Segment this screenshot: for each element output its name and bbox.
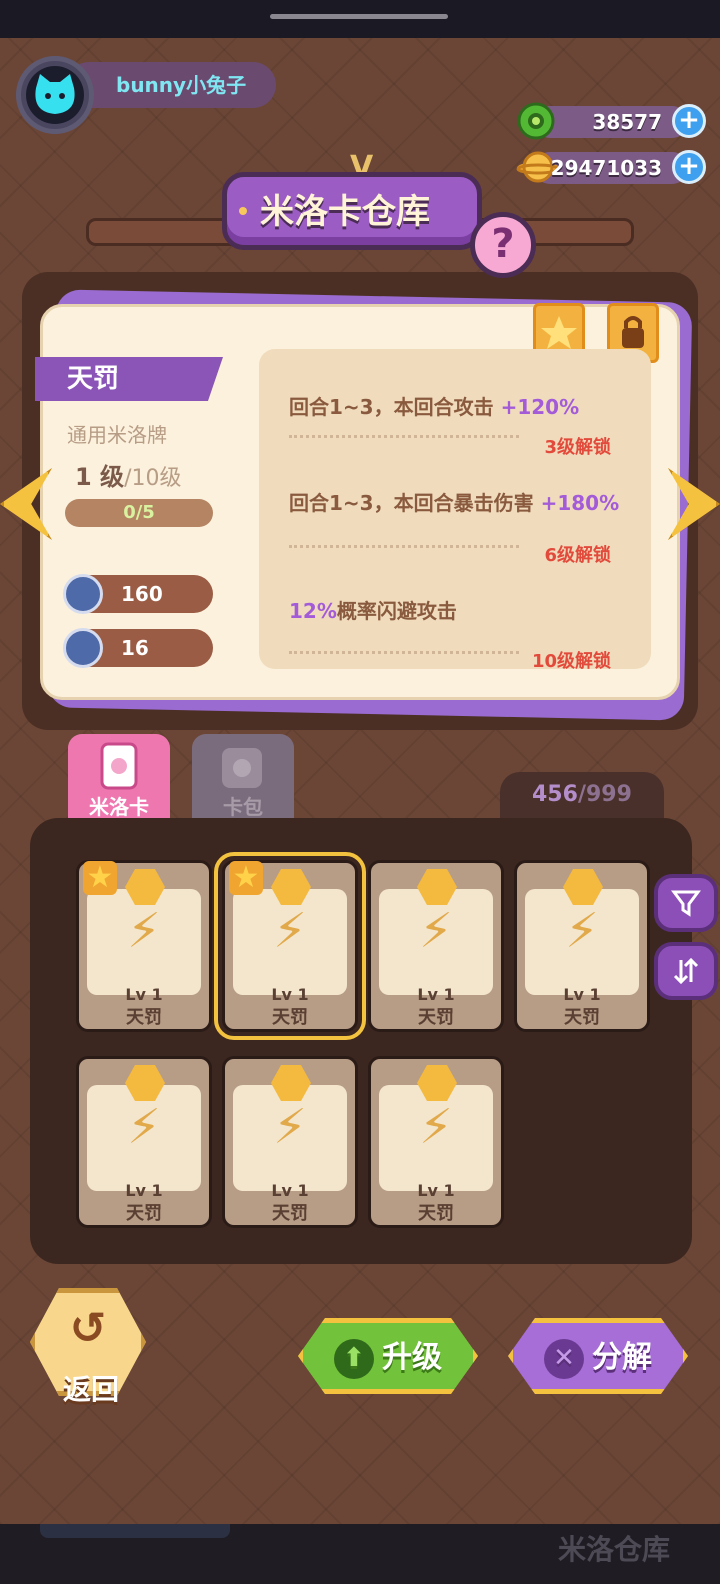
attack-icon xyxy=(63,574,103,614)
perk-3-unlock: 10级解锁 xyxy=(531,651,611,672)
username: bunny小兔子 xyxy=(66,62,276,108)
help-button[interactable]: ? xyxy=(470,212,536,278)
card-pack-icon xyxy=(222,748,262,788)
perk-2-unlock: 6级解锁 xyxy=(544,545,611,566)
lightning-icon: ⚡ xyxy=(127,903,161,959)
decompose-button[interactable]: ✕ 分解 xyxy=(508,1318,688,1394)
defense-icon xyxy=(63,628,103,668)
card-name: 天罚 xyxy=(35,357,223,401)
card-slot-level: Lv 1 xyxy=(271,985,309,1004)
count-max: /999 xyxy=(577,782,632,807)
filter-icon xyxy=(671,890,701,917)
card-slot-level: Lv 1 xyxy=(125,1181,163,1200)
currency-green-coin: 38577 + xyxy=(516,102,706,140)
card-slot-level: Lv 1 xyxy=(417,985,455,1004)
tab-label: 米洛卡 xyxy=(89,795,149,819)
upgrade-button[interactable]: ⬆ 升级 xyxy=(298,1318,478,1394)
warehouse-nav-label: 米洛仓库 xyxy=(557,1533,670,1566)
lightning-icon: ⚡ xyxy=(273,903,307,959)
inventory-count: 456/999 xyxy=(500,772,664,818)
perk-3: 12%概率闪避攻击 xyxy=(289,595,629,624)
attack-value: 160 xyxy=(121,582,163,606)
card-detail: 天罚 通用米洛牌 1 级/10级 0/5 160 16 回合1~3，本回合攻击 … xyxy=(35,303,680,700)
perk-2: 回合1~3，本回合暴击伤害 +180% xyxy=(289,487,629,516)
divider xyxy=(289,651,519,654)
star-icon: ★ xyxy=(229,861,263,895)
star-icon: ★ xyxy=(83,861,117,895)
lightning-icon: ⚡ xyxy=(127,1099,161,1155)
ghost-tab xyxy=(40,1524,230,1538)
status-bar xyxy=(0,0,720,38)
return-icon: ↺ xyxy=(69,1303,107,1354)
card-slot-name: 天罚 xyxy=(418,1203,454,1224)
home-indicator xyxy=(270,14,448,19)
lightning-icon: ⚡ xyxy=(273,1099,307,1155)
perk-3-text: 概率闪避攻击 xyxy=(336,599,457,623)
card-slot-name: 天罚 xyxy=(126,1203,162,1224)
card-level: 1 级/10级 xyxy=(75,457,181,492)
lightning-icon: ⚡ xyxy=(419,903,453,959)
card-slot-name: 天罚 xyxy=(418,1007,454,1028)
green-coin-icon xyxy=(516,102,556,140)
level-current: 1 级 xyxy=(75,463,125,491)
avatar[interactable] xyxy=(16,56,94,134)
lightning-icon: ⚡ xyxy=(565,903,599,959)
card-slot-level: Lv 1 xyxy=(271,1181,309,1200)
filter-button[interactable] xyxy=(654,874,718,932)
tab-label: 卡包 xyxy=(223,795,263,819)
perk-2-text: 回合1~3，本回合暴击伤害 xyxy=(289,491,541,515)
card-slot-name: 天罚 xyxy=(272,1203,308,1224)
perk-list: 回合1~3，本回合攻击 +120% 3级解锁 回合1~3，本回合暴击伤害 +18… xyxy=(259,349,651,672)
perk-3-highlight: 12% xyxy=(289,599,337,623)
sort-button[interactable] xyxy=(654,942,718,1000)
inventory-card-slot[interactable]: ⚡ Lv 1 天罚 xyxy=(514,860,650,1032)
card-type: 通用米洛牌 xyxy=(67,423,167,447)
tab-card-pack[interactable]: 卡包 xyxy=(192,734,294,826)
page-title: 米洛卡仓库 xyxy=(260,192,430,232)
add-gold-button[interactable]: + xyxy=(672,150,706,184)
inventory-card-slot[interactable]: ⚡ Lv 1 天罚 xyxy=(368,860,504,1032)
perk-1-text: 回合1~3，本回合攻击 xyxy=(289,395,501,419)
perk-1-highlight: +120% xyxy=(500,395,580,419)
lightning-icon: ⚡ xyxy=(419,1099,453,1155)
inventory-card-slot[interactable]: ⚡ Lv 1 天罚 xyxy=(222,1056,358,1228)
card-slot-level: Lv 1 xyxy=(417,1181,455,1200)
defense-stat: 16 xyxy=(63,628,213,668)
card-slot-name: 天罚 xyxy=(564,1007,600,1028)
inventory-card-slot[interactable]: ⚡ ★ Lv 1 天罚 xyxy=(214,852,366,1040)
card-slot-level: Lv 1 xyxy=(563,985,601,1004)
card-slot-name: 天罚 xyxy=(126,1007,162,1028)
attack-stat: 160 xyxy=(63,574,213,614)
back-label: 返回 xyxy=(62,1373,119,1406)
sort-icon xyxy=(673,957,699,985)
green-coin-amount: 38577 xyxy=(592,110,662,134)
upgrade-progress: 0/5 xyxy=(65,499,213,527)
decompose-label: 分解 xyxy=(592,1340,652,1375)
cat-avatar-icon xyxy=(26,66,84,124)
inventory-card-slot[interactable]: ⚡ ★ Lv 1 天罚 xyxy=(76,860,212,1032)
card-slot-level: Lv 1 xyxy=(125,985,163,1004)
divider xyxy=(289,435,519,438)
card-slot-name: 天罚 xyxy=(272,1007,308,1028)
close-icon: ✕ xyxy=(544,1338,584,1379)
inventory-card-slot[interactable]: ⚡ Lv 1 天罚 xyxy=(368,1056,504,1228)
tab-milo-card[interactable]: 米洛卡 xyxy=(68,734,170,826)
inventory-card-slot[interactable]: ⚡ Lv 1 天罚 xyxy=(76,1056,212,1228)
perk-1: 回合1~3，本回合攻击 +120% xyxy=(289,391,629,420)
gold-planet-amount: 29471033 xyxy=(550,156,662,180)
currency-gold-planet: 29471033 + xyxy=(516,148,706,186)
upgrade-label: 升级 xyxy=(382,1340,442,1375)
title-banner: 米洛卡仓库 xyxy=(222,172,482,250)
divider xyxy=(289,545,519,548)
defense-value: 16 xyxy=(121,636,149,660)
up-arrow-icon: ⬆ xyxy=(334,1338,374,1379)
count-current: 456 xyxy=(532,782,578,807)
bottom-bar: 米洛仓库 xyxy=(0,1524,720,1584)
add-green-coin-button[interactable]: + xyxy=(672,104,706,138)
level-max: /10级 xyxy=(124,466,182,491)
perk-1-unlock: 3级解锁 xyxy=(544,437,611,458)
perk-2-highlight: +180% xyxy=(540,491,620,515)
card-icon xyxy=(100,742,138,790)
